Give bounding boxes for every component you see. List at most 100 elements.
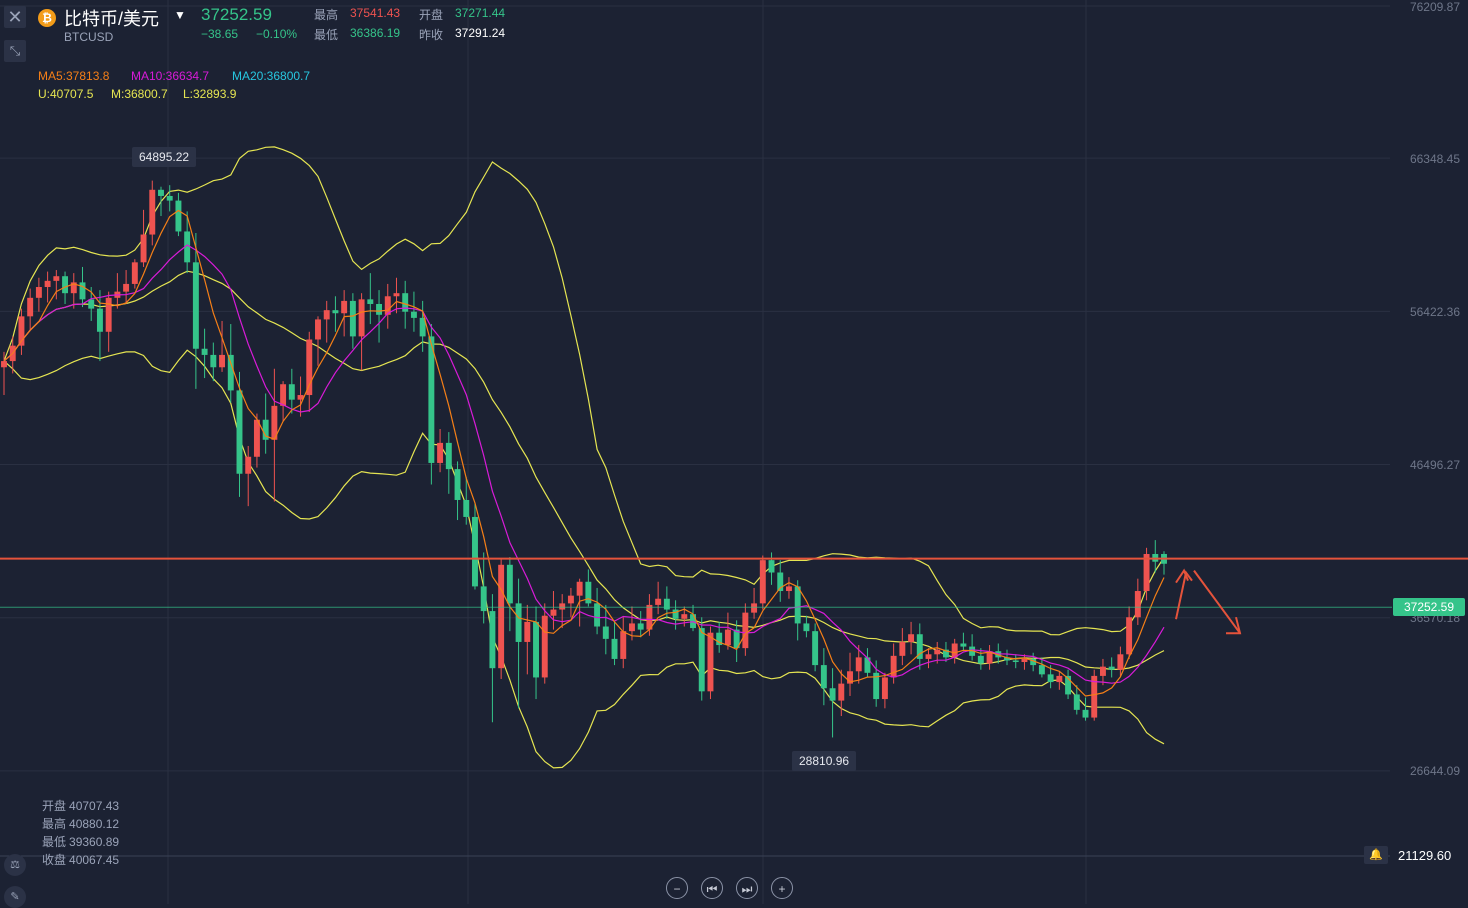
candle-down xyxy=(1108,666,1115,670)
chevron-down-icon[interactable]: ▼ xyxy=(174,8,186,22)
zoom-out-button[interactable]: − xyxy=(666,877,688,899)
draw-tool-icon[interactable]: ✎ xyxy=(4,886,26,908)
candle-up xyxy=(629,623,635,632)
candle-down xyxy=(768,560,775,573)
zoom-in-button[interactable]: + xyxy=(771,877,793,899)
candle-up xyxy=(550,609,557,616)
max-price-callout: 64895.22 xyxy=(132,147,197,167)
boll-lower-legend[interactable]: L:32893.9 xyxy=(183,87,236,101)
bell-icon[interactable]: 🔔 xyxy=(1364,846,1388,864)
candle-down xyxy=(210,354,217,368)
candle-up xyxy=(1021,658,1028,663)
candle-down xyxy=(288,384,295,400)
candle-up xyxy=(27,297,34,317)
candle-up xyxy=(908,634,915,642)
low-value: 36386.19 xyxy=(350,26,401,40)
symbol-name[interactable]: 比特币/美元 xyxy=(64,5,159,31)
ma20-legend[interactable]: MA20:36800.7 xyxy=(232,69,310,83)
candle-up xyxy=(855,657,862,672)
candle-up xyxy=(437,442,444,463)
candle-up xyxy=(881,677,888,700)
candle-up xyxy=(567,595,574,604)
ohlc-low-value: 39360.89 xyxy=(69,835,120,849)
candle-down xyxy=(515,603,522,642)
candle-down xyxy=(227,354,234,391)
candle-down xyxy=(489,611,496,669)
candle-up xyxy=(524,621,531,642)
ma5-legend[interactable]: MA5:37813.8 xyxy=(38,69,109,83)
price-change-pct: −0.10% xyxy=(256,27,298,41)
candle-up xyxy=(576,581,583,596)
candle-down xyxy=(812,631,819,666)
bitcoin-icon: ₿ xyxy=(38,9,56,27)
candle-down xyxy=(637,623,644,630)
candle-up xyxy=(785,586,792,592)
high-label: 最高 xyxy=(314,8,339,22)
candle-down xyxy=(829,688,836,701)
last-price: 37252.59 xyxy=(201,5,272,24)
open-label: 开盘 xyxy=(419,8,444,22)
collapse-icon[interactable]: ⤡ xyxy=(4,40,26,62)
candle-down xyxy=(794,586,801,624)
candle-up xyxy=(890,655,897,678)
candle-up xyxy=(140,234,147,263)
candle-down xyxy=(96,308,103,332)
candle-down xyxy=(88,299,95,309)
candle-down xyxy=(428,336,435,463)
candle-up xyxy=(1126,617,1133,655)
candle-up xyxy=(707,632,714,692)
candle-up xyxy=(53,276,60,281)
ohlc-high-value: 40880.12 xyxy=(69,817,120,831)
candle-down xyxy=(445,442,452,470)
candle-down xyxy=(410,311,417,318)
boll-mid-legend[interactable]: M:36800.7 xyxy=(111,87,168,101)
candle-down xyxy=(79,282,86,300)
candle-down xyxy=(533,621,539,678)
candle-down xyxy=(977,655,984,664)
min-price-callout: 28810.96 xyxy=(792,751,857,771)
price-chart[interactable] xyxy=(0,0,1468,904)
close-icon[interactable]: ✕ xyxy=(4,6,26,28)
candle-up xyxy=(323,310,330,320)
candle-down xyxy=(960,643,967,647)
y-tick-label: 76209.87 xyxy=(1409,0,1460,14)
volume-scale-value: 21129.60 xyxy=(1398,848,1452,863)
candle-up xyxy=(541,615,548,678)
candle-down xyxy=(820,665,827,689)
ohlc-close-value: 40067.45 xyxy=(69,853,120,867)
candle-up xyxy=(681,614,688,619)
chart-background xyxy=(0,0,1468,904)
candle-down xyxy=(158,189,164,196)
indicator-icon[interactable]: ⚖ xyxy=(4,854,26,876)
candle-down xyxy=(192,262,199,349)
ma10-legend[interactable]: MA10:36634.7 xyxy=(131,69,209,83)
ohlc-close: 收盘 40067.45 xyxy=(42,851,119,868)
candle-down xyxy=(1038,665,1045,675)
scroll-start-button[interactable]: ⏮ xyxy=(701,877,723,899)
candle-down xyxy=(62,276,69,294)
scroll-end-button[interactable]: ⏭ xyxy=(736,877,758,899)
ohlc-low: 最低 39360.89 xyxy=(42,833,119,850)
candle-up xyxy=(280,384,287,406)
candle-up xyxy=(620,631,627,659)
candle-up xyxy=(245,456,252,474)
candle-down xyxy=(367,299,374,304)
symbol-code: BTCUSD xyxy=(64,30,114,44)
price-change: −38.65 xyxy=(201,27,239,41)
ohlc-open-label: 开盘 xyxy=(42,799,67,813)
candle-down xyxy=(1073,694,1080,710)
y-tick-label: 46496.27 xyxy=(1409,458,1460,472)
ohlc-high-label: 最高 xyxy=(42,817,67,831)
candle-up xyxy=(1,361,7,368)
candle-down xyxy=(698,628,705,692)
candle-down xyxy=(1012,660,1019,663)
candle-down xyxy=(201,348,208,355)
ohlc-open: 开盘 40707.43 xyxy=(42,797,119,814)
candle-down xyxy=(402,293,409,312)
candle-up xyxy=(35,287,42,298)
candle-up xyxy=(253,419,260,457)
boll-upper-legend[interactable]: U:40707.5 xyxy=(38,87,93,101)
candle-up xyxy=(838,683,845,701)
candle-down xyxy=(506,564,513,604)
candle-up xyxy=(149,189,156,235)
